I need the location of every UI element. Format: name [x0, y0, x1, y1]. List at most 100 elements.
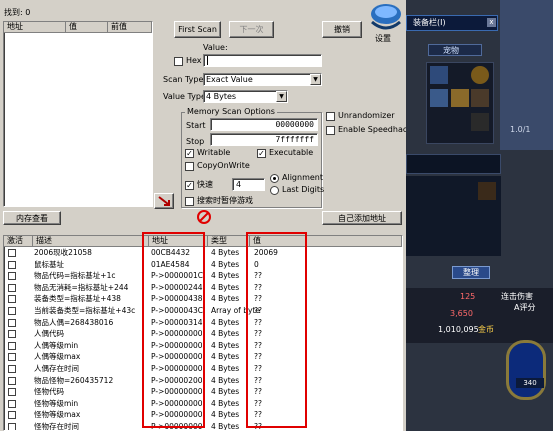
game-title-bar: 装备栏(I) x	[406, 15, 498, 31]
last-digits-label: Last Digits	[282, 185, 325, 194]
row-type: 4 Bytes	[211, 248, 240, 257]
alignment-label: Alignment	[282, 173, 323, 182]
equip-slot[interactable]	[471, 66, 489, 84]
scan-type-select[interactable]: Exact Value ▼	[203, 73, 322, 86]
row-description: 人偶存在时间	[34, 364, 79, 373]
row-description: 装备类型=指标基址+438	[34, 294, 121, 304]
active-checkbox[interactable]	[8, 399, 16, 408]
pet-tab[interactable]: 宠物	[428, 44, 482, 56]
active-checkbox[interactable]	[8, 307, 16, 315]
active-checkbox[interactable]	[8, 353, 16, 362]
inventory-item[interactable]	[478, 182, 496, 200]
row-description: 物品怪物=260435712	[34, 375, 114, 385]
active-checkbox[interactable]	[8, 283, 16, 292]
equip-slot[interactable]	[451, 89, 469, 107]
row-description: 怪物代码	[34, 387, 64, 397]
active-checkbox[interactable]	[8, 341, 16, 350]
chevron-down-icon[interactable]: ▼	[276, 91, 287, 102]
active-checkbox[interactable]	[8, 411, 16, 420]
memory-view-button[interactable]: 内存查看	[3, 211, 61, 225]
memory-scan-options-title: Memory Scan Options	[185, 107, 277, 117]
col-active[interactable]: 激活	[4, 236, 33, 247]
scan-type-label: Scan Type	[163, 75, 204, 84]
alignment-radio[interactable]	[270, 174, 279, 183]
hex-checkbox[interactable]	[174, 57, 183, 66]
active-checkbox[interactable]	[8, 330, 16, 339]
row-type: 4 Bytes	[211, 317, 240, 327]
results-col-previous[interactable]: 前值	[108, 22, 152, 33]
writable-checkbox[interactable]: ✓	[185, 149, 194, 158]
row-type: 4 Bytes	[211, 282, 240, 292]
row-type: 4 Bytes	[211, 422, 240, 431]
equip-slot[interactable]	[430, 66, 448, 84]
row-type: 4 Bytes	[211, 398, 240, 408]
game-window: 装备栏(I) x 宠物 1.0/1 整理 125 3,650 1,010,095…	[406, 0, 553, 431]
row-type: 4 Bytes	[211, 259, 240, 269]
start-address-input[interactable]: 00000000	[210, 118, 318, 131]
mp-orb	[506, 340, 546, 400]
close-icon[interactable]: x	[487, 18, 496, 27]
found-count: 找到: 0	[4, 8, 31, 17]
stat-number: 125	[460, 292, 476, 301]
executable-checkbox[interactable]: ✓	[257, 149, 266, 158]
highlight-value-column	[246, 232, 307, 428]
active-checkbox[interactable]	[8, 423, 16, 430]
row-type: 4 Bytes	[211, 387, 240, 397]
active-checkbox[interactable]	[8, 318, 16, 327]
gold-amount: 1,010,095	[438, 325, 479, 334]
equip-slot[interactable]	[430, 89, 448, 107]
arrow-down-right-icon	[158, 196, 170, 206]
active-checkbox[interactable]	[8, 376, 16, 385]
undo-scan-button[interactable]: 撤销	[322, 21, 362, 38]
results-col-value[interactable]: 值	[66, 22, 108, 33]
stop-icon[interactable]	[197, 210, 211, 224]
inventory-grid[interactable]	[406, 176, 501, 256]
row-type: 4 Bytes	[211, 410, 240, 420]
pause-game-label: 搜索时暂停游戏	[197, 196, 253, 205]
fast-scan-checkbox[interactable]: ✓	[185, 181, 194, 190]
stop-address-input[interactable]: 7fffffff	[210, 133, 318, 146]
add-selected-to-list-button[interactable]	[154, 193, 174, 209]
active-checkbox[interactable]	[8, 295, 16, 304]
speedhack-checkbox[interactable]	[326, 126, 335, 135]
row-description: 当前装备类型=指标基址+43c	[34, 306, 136, 315]
fast-scan-input[interactable]: 4	[232, 178, 265, 191]
add-address-manually-button[interactable]: 自己添加地址	[322, 211, 402, 225]
last-digits-radio[interactable]	[270, 186, 279, 195]
results-col-address[interactable]: 地址	[4, 22, 66, 33]
value-input[interactable]	[203, 54, 322, 67]
row-type: 4 Bytes	[211, 352, 240, 362]
value-type-select[interactable]: 4 Bytes ▼	[203, 90, 288, 103]
row-type: 4 Bytes	[211, 375, 240, 385]
copyonwrite-checkbox[interactable]	[185, 162, 194, 171]
active-checkbox[interactable]	[8, 365, 16, 373]
pause-game-checkbox[interactable]	[185, 197, 194, 206]
equip-slot[interactable]	[471, 89, 489, 107]
col-description[interactable]: 描述	[33, 236, 149, 247]
cheat-engine-logo[interactable]: 设置	[366, 0, 406, 44]
col-type[interactable]: 类型	[208, 236, 250, 247]
hp-value: 340	[516, 378, 544, 388]
writable-label: Writable	[197, 148, 231, 157]
active-checkbox[interactable]	[8, 260, 16, 269]
active-checkbox[interactable]	[8, 272, 16, 281]
row-description: 人偶等级max	[34, 352, 81, 362]
level-text: 1.0/1	[510, 125, 531, 134]
active-checkbox[interactable]	[8, 388, 16, 397]
row-description: 怪物等级max	[34, 410, 81, 420]
equipment-grid[interactable]	[426, 62, 494, 144]
pet-tab-label: 宠物	[443, 46, 459, 55]
game-title: 装备栏(I)	[413, 18, 446, 27]
sort-button[interactable]: 整理	[452, 266, 490, 279]
equip-slot[interactable]	[471, 113, 489, 131]
active-checkbox[interactable]	[8, 249, 16, 257]
inventory-tabs[interactable]	[406, 154, 501, 174]
first-scan-button[interactable]: First Scan	[174, 21, 221, 38]
chevron-down-icon[interactable]: ▼	[310, 74, 321, 85]
unrandomizer-checkbox[interactable]	[326, 112, 335, 121]
value-type-label: Value Type	[163, 92, 206, 101]
scan-results-list[interactable]: 地址 值 前值	[3, 21, 153, 207]
row-description: 怪物存在时间	[34, 422, 79, 431]
next-scan-button[interactable]: 下一次	[229, 21, 274, 38]
game-scene: 1.0/1	[500, 0, 553, 150]
